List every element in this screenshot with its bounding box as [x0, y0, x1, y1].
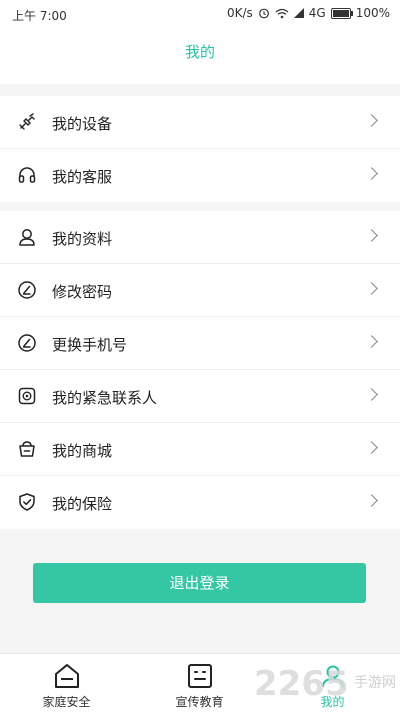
- status-bar: 上午 7:00 0K/s 4G 100%: [0, 0, 400, 28]
- menu-item-label: 我的资料: [52, 230, 113, 248]
- watermark-logo: 2265 手游网: [250, 660, 400, 710]
- menu-item-my-insurance[interactable]: 我的保险: [0, 476, 400, 529]
- menu-item-label: 修改密码: [52, 283, 113, 301]
- page-header: 我的: [0, 28, 400, 84]
- edit-password-icon: [18, 281, 36, 299]
- chevron-right-icon: [365, 388, 378, 401]
- menu-item-my-device[interactable]: 我的设备: [0, 96, 400, 149]
- emergency-contact-icon: [18, 387, 36, 405]
- network-speed: 0K/s: [226, 6, 253, 20]
- profile-icon: [19, 229, 35, 246]
- chevron-right-icon: [365, 167, 378, 180]
- menu-item-label: 我的客服: [52, 168, 113, 186]
- menu-group-device: 我的设备 我的客服: [0, 96, 400, 202]
- battery-level: 100%: [355, 6, 390, 20]
- status-icons: 0K/s 4G 100%: [227, 6, 390, 20]
- watermark-text: 手游网: [354, 675, 396, 691]
- tab-family-safety[interactable]: 家庭安全: [0, 654, 133, 712]
- menu-item-label: 我的紧急联系人: [52, 389, 158, 407]
- edit-phone-icon: [18, 334, 36, 352]
- chevron-right-icon: [365, 282, 378, 295]
- tab-label: 家庭安全: [42, 695, 91, 709]
- menu-item-label: 我的商城: [52, 442, 113, 460]
- chevron-right-icon: [365, 229, 378, 242]
- headset-icon: [18, 167, 36, 183]
- menu-item-change-password[interactable]: 修改密码: [0, 264, 400, 317]
- menu-item-label: 更换手机号: [52, 336, 128, 354]
- page-title: 我的: [184, 43, 215, 61]
- menu-item-label: 我的保险: [52, 495, 113, 513]
- menu-item-customer-service[interactable]: 我的客服: [0, 149, 400, 202]
- logout-button[interactable]: 退出登录: [33, 563, 366, 603]
- menu-item-my-shop[interactable]: 我的商城: [0, 423, 400, 476]
- menu-item-label: 我的设备: [52, 115, 113, 133]
- menu-item-my-profile[interactable]: 我的资料: [0, 211, 400, 264]
- tv-icon: [187, 664, 212, 688]
- signal-icon: [293, 8, 304, 18]
- watermark-number: 2265: [254, 664, 349, 704]
- shield-icon: [19, 493, 35, 511]
- status-time: 上午 7:00: [12, 9, 67, 23]
- chevron-right-icon: [365, 494, 378, 507]
- alarm-icon: [258, 8, 269, 19]
- wifi-icon: [275, 8, 289, 18]
- menu-group-account: 我的资料 修改密码 更换手机号 我的紧急联系人 我的商城 我的保险: [0, 211, 400, 529]
- battery-icon: [330, 7, 353, 19]
- tab-label: 宣传教育: [175, 695, 224, 709]
- chevron-right-icon: [365, 441, 378, 454]
- home-icon: [54, 664, 79, 688]
- tab-education[interactable]: 宣传教育: [133, 654, 266, 712]
- menu-item-change-phone[interactable]: 更换手机号: [0, 317, 400, 370]
- device-icon: [19, 113, 35, 130]
- chevron-right-icon: [365, 335, 378, 348]
- shop-basket-icon: [19, 441, 35, 457]
- chevron-right-icon: [365, 114, 378, 127]
- menu-item-emergency-contact[interactable]: 我的紧急联系人: [0, 370, 400, 423]
- network-type: 4G: [308, 6, 326, 20]
